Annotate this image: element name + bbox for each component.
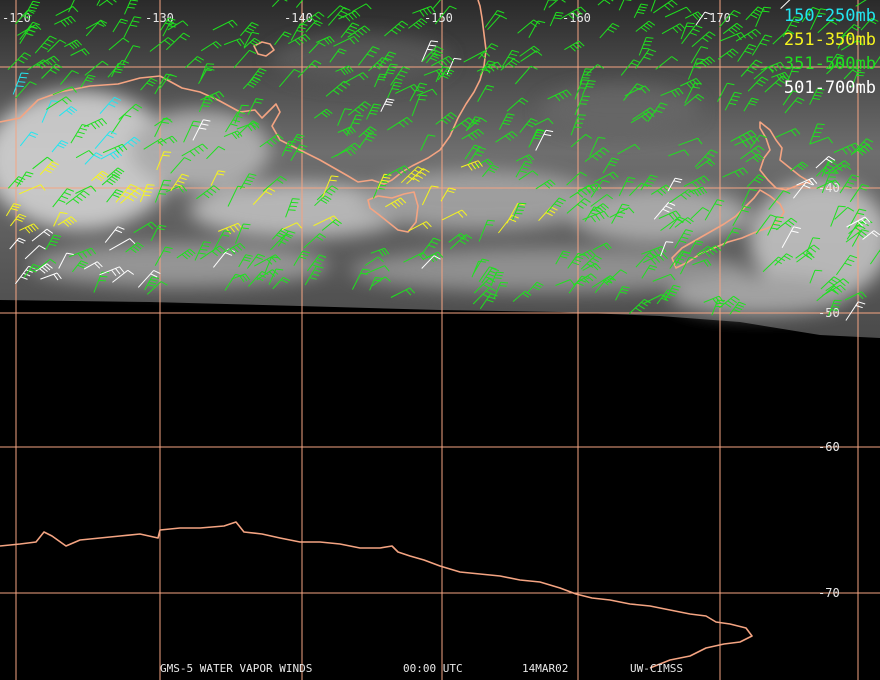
legend-level-150-250: 150-250mb	[783, 6, 876, 26]
water-vapor-imagery	[0, 0, 880, 338]
image-caption: GMS-5 WATER VAPOR WINDS 00:00 UTC 14MAR0…	[160, 662, 880, 678]
antarctica-coast	[0, 521, 753, 669]
legend-level-251-350: 251-350mb	[783, 30, 876, 50]
caption-source: UW-CIMSS	[630, 662, 683, 675]
lon-label: -140	[284, 11, 313, 25]
lat-label: -70	[818, 586, 840, 600]
caption-date: 14MAR02	[522, 662, 569, 675]
pressure-level-legend: 150-250mb 251-350mb 351-500mb 501-700mb	[784, 4, 876, 100]
water-vapor-wind-map: -120 -130 -140 -150 -160 -170 -40 -50 -6…	[0, 0, 880, 680]
caption-product: GMS-5 WATER VAPOR WINDS	[160, 662, 313, 675]
legend-level-501-700: 501-700mb	[783, 78, 876, 98]
lon-label: -160	[562, 11, 591, 25]
lon-label: -150	[424, 11, 453, 25]
lat-label: -50	[818, 306, 840, 320]
legend-level-351-500: 351-500mb	[783, 54, 876, 74]
caption-time: 00:00 UTC	[403, 662, 463, 675]
lat-label: -60	[818, 440, 840, 454]
